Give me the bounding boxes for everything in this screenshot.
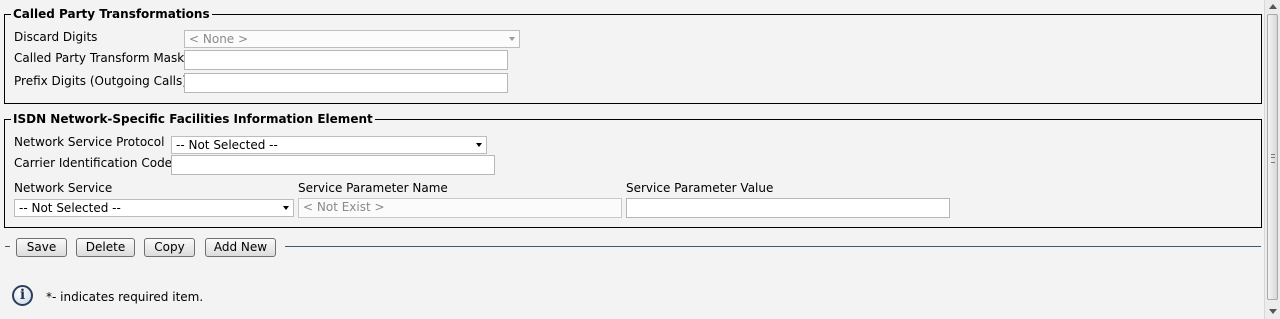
add-new-button[interactable]: Add New xyxy=(205,238,276,257)
page-content: Called Party Transformations Discard Dig… xyxy=(0,0,1264,319)
chevron-down-icon xyxy=(283,206,289,210)
action-bar-divider-right xyxy=(285,246,1261,247)
network-service-label: Network Service xyxy=(14,181,113,195)
info-icon: i xyxy=(12,285,33,306)
service-parameter-name-label: Service Parameter Name xyxy=(298,181,448,195)
vertical-scrollbar[interactable] xyxy=(1264,0,1280,319)
discard-digits-select[interactable]: < None > xyxy=(184,30,520,48)
network-service-select[interactable]: -- Not Selected -- xyxy=(14,199,294,217)
scroll-down-arrow-icon[interactable] xyxy=(1269,309,1277,314)
required-item-note: *- indicates required item. xyxy=(46,290,204,304)
carrier-id-code-label: Carrier Identification Code xyxy=(14,156,173,170)
delete-button[interactable]: Delete xyxy=(76,238,135,257)
copy-button[interactable]: Copy xyxy=(144,238,195,257)
network-service-protocol-label: Network Service Protocol xyxy=(14,135,165,149)
chevron-down-icon xyxy=(509,37,515,41)
scroll-up-arrow-icon[interactable] xyxy=(1269,4,1277,9)
service-parameter-name-input[interactable]: < Not Exist > xyxy=(298,198,622,218)
discard-digits-label: Discard Digits xyxy=(14,30,98,44)
prefix-digits-label: Prefix Digits (Outgoing Calls) xyxy=(14,74,187,88)
called-party-transform-mask-input[interactable] xyxy=(184,50,508,70)
carrier-identification-code-input[interactable] xyxy=(171,155,495,175)
scrollbar-thumb[interactable] xyxy=(1267,14,1278,300)
discard-digits-value: < None > xyxy=(189,32,249,46)
service-parameter-value-label: Service Parameter Value xyxy=(626,181,774,195)
action-bar-divider-left xyxy=(5,246,10,247)
scrollbar-grip-icon xyxy=(1271,154,1275,163)
network-service-protocol-value: -- Not Selected -- xyxy=(176,138,278,152)
save-button[interactable]: Save xyxy=(16,238,67,257)
prefix-digits-input[interactable] xyxy=(184,73,508,93)
service-parameter-value-input[interactable] xyxy=(626,198,950,218)
transform-mask-label: Called Party Transform Mask xyxy=(14,51,185,65)
network-service-protocol-select[interactable]: -- Not Selected -- xyxy=(171,136,487,154)
network-service-value: -- Not Selected -- xyxy=(19,201,121,215)
section-legend-called-party: Called Party Transformations xyxy=(13,7,210,21)
chevron-down-icon xyxy=(476,143,482,147)
service-parameter-name-value: < Not Exist > xyxy=(303,200,385,214)
section-legend-isdn: ISDN Network-Specific Facilities Informa… xyxy=(13,112,373,126)
